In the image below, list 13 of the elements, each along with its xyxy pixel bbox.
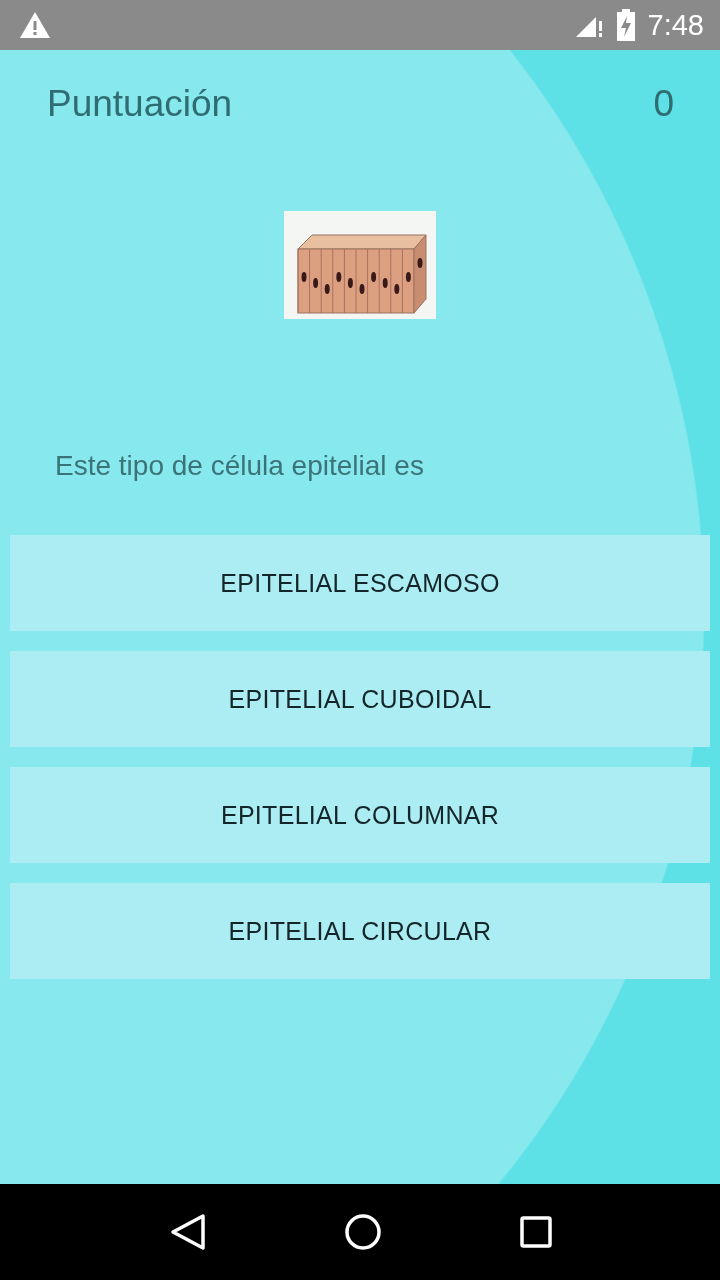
score-value: 0 — [653, 82, 674, 126]
clock-time: 7:48 — [647, 8, 704, 42]
answer-button[interactable]: EPITELIAL CIRCULAR — [10, 883, 710, 979]
answer-button[interactable]: EPITELIAL CUBOIDAL — [10, 651, 710, 747]
home-icon[interactable] — [345, 1214, 381, 1250]
battery-charging-icon — [615, 9, 636, 41]
recents-icon[interactable] — [520, 1216, 553, 1248]
answer-button[interactable]: EPITELIAL ESCAMOSO — [10, 535, 710, 631]
question-text: Este tipo de célula epitelial es — [55, 449, 424, 483]
back-icon[interactable] — [169, 1213, 206, 1251]
score-label: Puntuación — [47, 82, 233, 126]
answer-button[interactable]: EPITELIAL COLUMNAR — [10, 767, 710, 863]
warning-icon — [19, 11, 51, 39]
